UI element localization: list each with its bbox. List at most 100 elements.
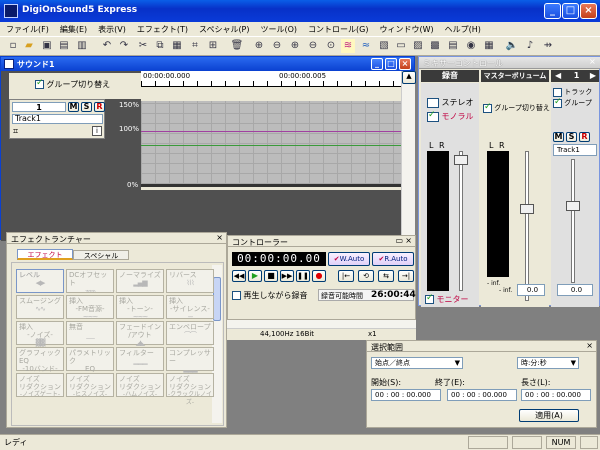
rewind-button[interactable]: ◀◀ bbox=[232, 270, 246, 282]
mixer-window-icon[interactable]: ▧ bbox=[377, 39, 391, 53]
track-volume-slider[interactable] bbox=[566, 201, 580, 211]
save-all-icon[interactable]: ▤ bbox=[57, 39, 71, 53]
zoom-vertical-icon[interactable]: ⊕ bbox=[288, 39, 302, 53]
menu-tools[interactable]: ツール(O) bbox=[255, 22, 303, 35]
goto-start-button[interactable]: |← bbox=[338, 270, 354, 282]
scroll-up-button[interactable]: ▲ bbox=[402, 71, 416, 84]
fast-forward-button[interactable]: ▶▶ bbox=[280, 270, 294, 282]
play-button[interactable]: ▶ bbox=[248, 270, 262, 282]
menu-file[interactable]: ファイル(F) bbox=[0, 22, 54, 35]
play-while-record-option[interactable]: 再生しながら録音 bbox=[232, 290, 308, 301]
end-field[interactable]: 00 : 00 : 00.000 bbox=[447, 389, 517, 401]
sound-maximize-button[interactable]: □ bbox=[385, 58, 397, 70]
group-toggle-checkbox[interactable] bbox=[35, 78, 44, 89]
r-auto-button[interactable]: ✔R.Auto bbox=[372, 252, 414, 266]
time-ruler[interactable]: 00:00:00.000 00:00:00.005 bbox=[141, 71, 401, 87]
effect-scroll-thumb[interactable] bbox=[213, 277, 221, 321]
sound-vertical-scrollbar[interactable]: ▲ bbox=[401, 71, 416, 241]
zoom-horizontal-icon[interactable]: ⊖ bbox=[270, 39, 284, 53]
master-volume-slider[interactable] bbox=[520, 204, 534, 214]
mixer-track-name[interactable]: Track1 bbox=[553, 144, 597, 156]
track-record-button[interactable]: R bbox=[94, 102, 105, 112]
mixer-solo-button[interactable]: S bbox=[566, 132, 577, 142]
selection-mode-select[interactable]: 始点／終点 ▼ bbox=[371, 357, 463, 369]
controller-window-icon[interactable]: ▭ bbox=[394, 39, 408, 53]
mixer-group-toggle[interactable]: グループ切り替え bbox=[483, 102, 550, 113]
time-format-select[interactable]: 時:分:秒 ▼ bbox=[517, 357, 579, 369]
zoom-out-icon[interactable]: ⊖ bbox=[306, 39, 320, 53]
mixer-close-button[interactable]: × bbox=[589, 57, 596, 66]
w-auto-button[interactable]: ✔W.Auto bbox=[328, 252, 370, 266]
copy-icon[interactable]: ⧉ bbox=[153, 39, 167, 53]
effect-button[interactable]: エンベロープ ⌒⌒ bbox=[166, 321, 214, 345]
sound-close-button[interactable]: × bbox=[399, 58, 411, 70]
tab-special[interactable]: スペシャル bbox=[73, 250, 129, 260]
spectrum-tool-icon[interactable]: ≈ bbox=[359, 39, 373, 53]
group-toggle[interactable]: グループ切り替え bbox=[35, 78, 110, 90]
mixer-track-next-icon[interactable]: ▶ bbox=[590, 71, 596, 80]
menu-effect[interactable]: エフェクト(T) bbox=[131, 22, 193, 35]
menu-edit[interactable]: 編集(E) bbox=[54, 22, 92, 35]
sound-horizontal-scrollbar[interactable]: ⊕ ⊖ bbox=[226, 308, 416, 329]
stop-button[interactable]: ■ bbox=[264, 270, 278, 282]
monitor-option[interactable]: モニター bbox=[425, 293, 469, 305]
zoom-in-icon[interactable]: ⊕ bbox=[252, 39, 266, 53]
effect-button[interactable]: リバース ⌇⌇⌇ bbox=[166, 269, 214, 293]
pause-button[interactable]: ❚❚ bbox=[296, 270, 310, 282]
effect-button[interactable]: ノイズ リダクション -ノイズゲート- bbox=[16, 373, 64, 398]
selection-window-icon[interactable]: ▩ bbox=[428, 39, 442, 53]
open-folder-icon[interactable]: ▰ bbox=[22, 39, 36, 53]
mixer-track-prev-icon[interactable]: ◀ bbox=[555, 71, 561, 80]
menu-control[interactable]: コントロール(G) bbox=[302, 22, 373, 35]
minimize-button[interactable]: _ bbox=[544, 3, 561, 19]
delete-icon[interactable]: 🗑 bbox=[230, 39, 244, 53]
track-name-field[interactable]: Track1 bbox=[12, 114, 103, 124]
mixer-group-toggle-checkbox[interactable] bbox=[483, 102, 492, 113]
sound-minimize-button[interactable]: _ bbox=[371, 58, 383, 70]
loop-button[interactable]: ⟲ bbox=[358, 270, 374, 282]
save-icon[interactable]: ▣ bbox=[40, 39, 54, 53]
start-field[interactable]: 00 : 00 : 00.000 bbox=[371, 389, 441, 401]
record-button[interactable]: ● bbox=[312, 270, 326, 282]
apply-button[interactable]: 適用(A) bbox=[519, 409, 579, 422]
effect-button[interactable]: DCオフセット ⌁⌁⌁ bbox=[66, 269, 114, 295]
maximize-button[interactable]: □ bbox=[562, 3, 579, 19]
menu-special[interactable]: スペシャル(P) bbox=[193, 22, 255, 35]
master-volume-value[interactable]: 0.0 bbox=[517, 284, 545, 296]
mono-option[interactable]: モノラル bbox=[427, 110, 474, 122]
selection-mode-dropdown-icon[interactable]: ▼ bbox=[455, 358, 460, 369]
marker-window-icon[interactable]: ▤ bbox=[446, 39, 460, 53]
track-header-1[interactable]: 1 M S R Track1 ⌗ i bbox=[9, 99, 105, 139]
stereo-checkbox[interactable] bbox=[427, 97, 439, 108]
punch-out-button[interactable]: →| bbox=[398, 270, 414, 282]
controller-minimize-button[interactable]: ▭ bbox=[395, 236, 403, 245]
waveform-tool-icon[interactable]: ≋ bbox=[341, 39, 355, 53]
undo-icon[interactable]: ↶ bbox=[100, 39, 114, 53]
mono-checkbox[interactable] bbox=[427, 110, 439, 122]
effect-button[interactable]: 挿入 -ノイズ- ▓▓ bbox=[16, 321, 64, 347]
play-while-record-checkbox[interactable] bbox=[232, 291, 241, 300]
print-icon[interactable]: ▥ bbox=[75, 39, 89, 53]
new-file-icon[interactable]: ▫ bbox=[6, 39, 20, 53]
trim-icon[interactable]: ⌗ bbox=[188, 39, 202, 53]
time-format-dropdown-icon[interactable]: ▼ bbox=[571, 358, 576, 369]
mix-paste-icon[interactable]: ⊞ bbox=[206, 39, 220, 53]
controller-close-button[interactable]: × bbox=[405, 236, 412, 245]
effect-button[interactable]: 挿入 -FM音源- ~~~ bbox=[66, 295, 114, 321]
track-solo-button[interactable]: S bbox=[81, 102, 92, 112]
zoom-fit-icon[interactable]: ⊙ bbox=[324, 39, 338, 53]
effect-button[interactable]: ノーマライズ ▂▄▆ bbox=[116, 269, 164, 293]
effect-window-icon[interactable]: ▨ bbox=[411, 39, 425, 53]
selection-close-button[interactable]: × bbox=[586, 341, 593, 350]
mixer-record-button[interactable]: R bbox=[579, 132, 590, 142]
paste-icon[interactable]: ▦ bbox=[170, 39, 184, 53]
effect-button[interactable]: ノイズ リダクション -ヒスノイズ- bbox=[66, 373, 114, 398]
record-volume-slider[interactable] bbox=[454, 155, 468, 165]
effect-button[interactable]: フィルター ▁▁▁ bbox=[116, 347, 164, 371]
length-field[interactable]: 00 : 00 : 00.000 bbox=[521, 389, 591, 401]
stereo-option[interactable]: ステレオ bbox=[427, 97, 474, 108]
effect-button[interactable]: スムージング ∿∿ bbox=[16, 295, 64, 319]
effect-button[interactable]: ノイズ リダクション -クラックルノイズ- bbox=[166, 373, 214, 406]
effect-button[interactable]: 無音 ___ bbox=[66, 321, 114, 345]
effect-button[interactable]: レベル ◀▶ bbox=[16, 269, 64, 293]
